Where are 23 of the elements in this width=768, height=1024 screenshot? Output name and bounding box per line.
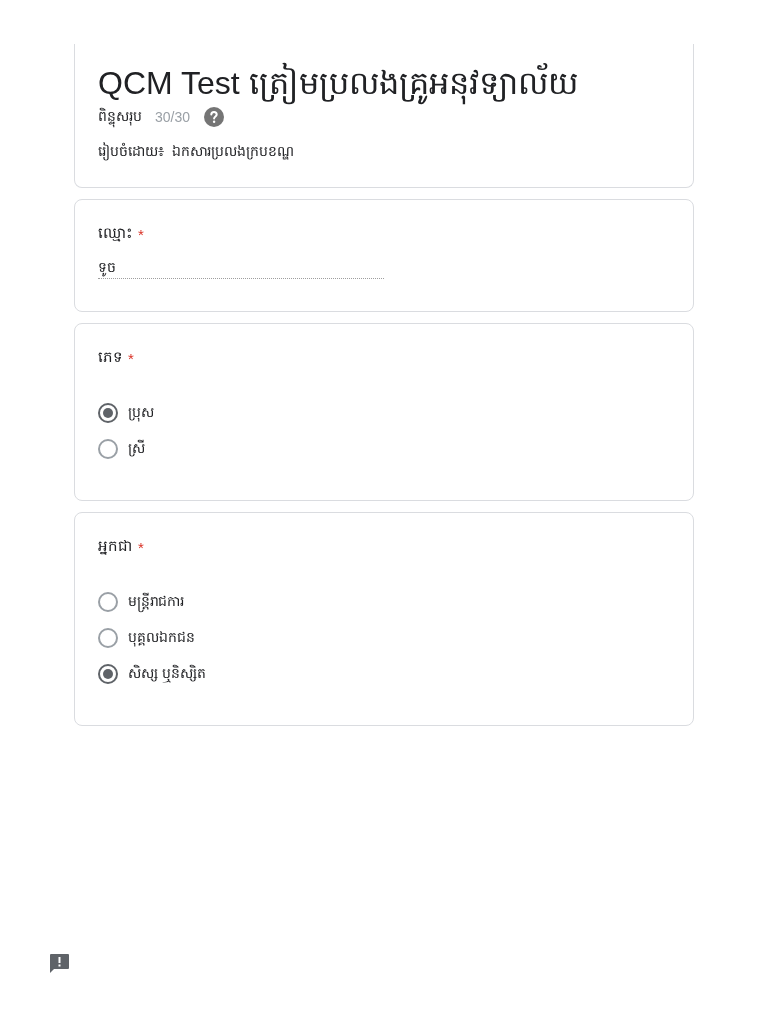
score-value: 30/30: [155, 109, 191, 125]
option-label[interactable]: ស្រី: [128, 438, 145, 460]
option-label[interactable]: សិស្ស ឬនិស្សិត: [128, 663, 206, 685]
option-label[interactable]: មន្ត្រីរាជការ: [128, 591, 184, 613]
score-label: ពិន្ទុសរុប: [98, 106, 142, 128]
radio-button[interactable]: [98, 628, 118, 648]
question-label: ភេទ: [98, 347, 123, 367]
form-title: QCM Test ត្រៀមប្រលងគ្រូអនុវទ្យាល័យ: [98, 63, 669, 103]
speech-bubble-icon[interactable]: [49, 953, 70, 974]
required-mark: *: [138, 538, 144, 556]
radio-button[interactable]: [98, 439, 118, 459]
option-label[interactable]: បុគ្គលឯកជន: [128, 627, 195, 649]
prepared-by-text: រៀបចំដោយ៖ ឯកសារប្រលងក្របខណ្ឌ: [98, 141, 295, 161]
text-field[interactable]: ទូច: [98, 256, 384, 279]
radio-button[interactable]: [98, 403, 118, 423]
question-label: ឈ្មោះ: [98, 223, 133, 244]
radio-button[interactable]: [98, 592, 118, 612]
required-mark: *: [128, 349, 134, 367]
question-label: អ្នកជា: [98, 536, 133, 557]
required-mark: *: [138, 225, 144, 243]
radio-button[interactable]: [98, 664, 118, 684]
help-icon[interactable]: [204, 107, 225, 127]
option-label[interactable]: ប្រុស: [128, 402, 154, 424]
